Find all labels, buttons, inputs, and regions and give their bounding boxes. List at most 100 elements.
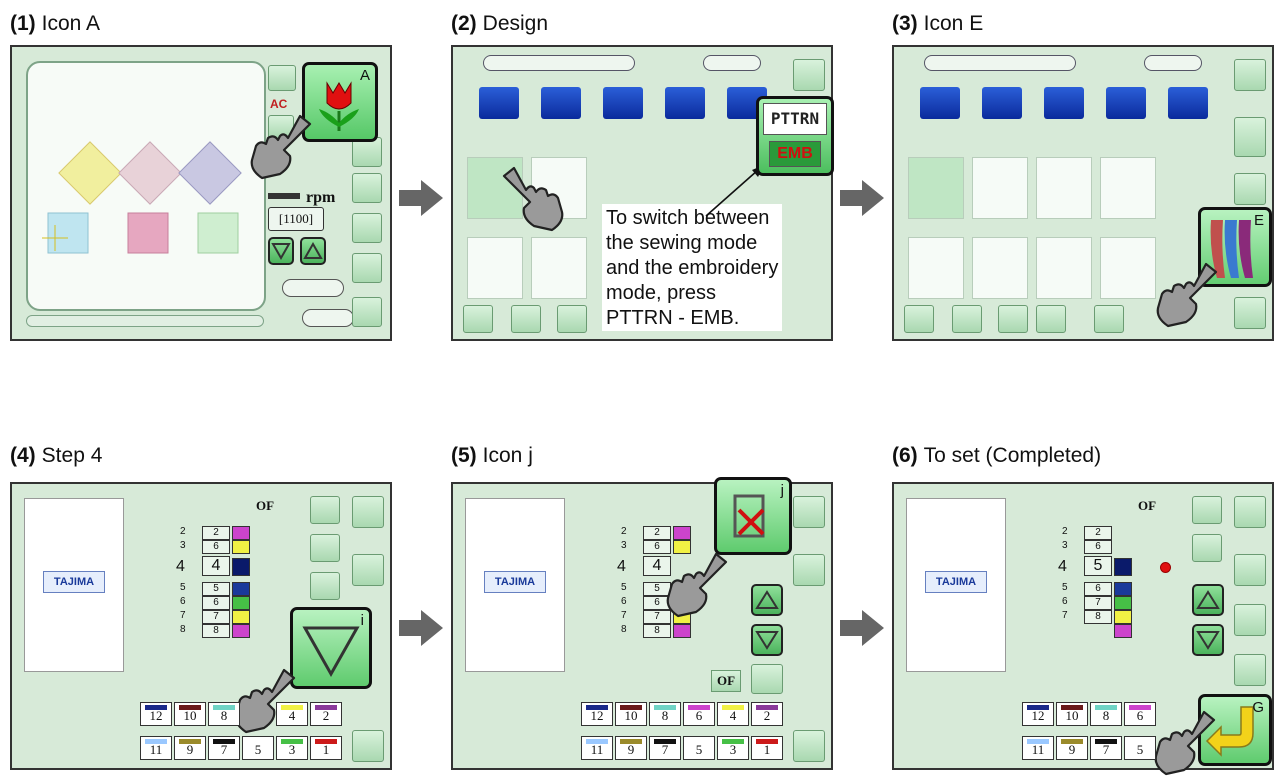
design-thumbnail[interactable] <box>467 237 523 299</box>
design-thumbnail[interactable] <box>1100 157 1156 219</box>
folder-icon[interactable] <box>920 87 960 119</box>
needle-tab[interactable]: 9 <box>1056 736 1088 760</box>
needle-tab[interactable]: 10 <box>615 702 647 726</box>
folder-icon[interactable] <box>1044 87 1084 119</box>
needle-tab[interactable]: 5 <box>242 736 274 760</box>
trim-field[interactable] <box>282 279 344 297</box>
color-bars-button[interactable] <box>352 554 384 586</box>
side-button[interactable] <box>1234 496 1266 528</box>
menu-button[interactable] <box>268 65 296 91</box>
needle-value[interactable]: 7 <box>1084 596 1112 610</box>
side-button[interactable] <box>793 496 825 528</box>
side-button[interactable] <box>352 253 382 283</box>
prev-page-button[interactable] <box>557 305 587 333</box>
folder-icon[interactable] <box>982 87 1022 119</box>
down-button[interactable] <box>751 624 783 656</box>
folder-icon[interactable] <box>479 87 519 119</box>
folder-icon[interactable] <box>1168 87 1208 119</box>
needle-value[interactable]: 6 <box>1084 540 1112 554</box>
color-bars-button[interactable] <box>793 554 825 586</box>
speed-down-button[interactable] <box>268 237 294 265</box>
color-bars-button[interactable] <box>1234 554 1266 586</box>
side-button[interactable] <box>1234 654 1266 686</box>
down-button[interactable] <box>1192 624 1224 656</box>
side-button[interactable] <box>352 213 382 243</box>
needle-value[interactable]: 8 <box>643 624 671 638</box>
needle-tab[interactable]: 6 <box>683 702 715 726</box>
folder-icon[interactable] <box>1106 87 1146 119</box>
needle-tab[interactable]: 4 <box>276 702 308 726</box>
side-button[interactable] <box>352 173 382 203</box>
side-button[interactable] <box>352 496 384 528</box>
needle-tab[interactable]: 7 <box>649 736 681 760</box>
up-button[interactable] <box>751 584 783 616</box>
needle-value[interactable]: 6 <box>1084 582 1112 596</box>
side-button[interactable] <box>1192 496 1222 524</box>
side-button[interactable] <box>751 664 783 694</box>
needle-tab[interactable]: 8 <box>1090 702 1122 726</box>
needle-tab[interactable]: 12 <box>1022 702 1054 726</box>
side-button[interactable] <box>1234 604 1266 636</box>
needle-value[interactable]: 7 <box>202 610 230 624</box>
needle-tab[interactable]: 12 <box>140 702 172 726</box>
speed-up-button[interactable] <box>300 237 326 265</box>
design-thumbnail[interactable] <box>1100 237 1156 299</box>
icon-j-button[interactable]: j <box>714 477 792 555</box>
needle-value-current[interactable]: 4 <box>202 556 230 576</box>
needle-tab[interactable]: 3 <box>276 736 308 760</box>
needle-tab[interactable]: 2 <box>310 702 342 726</box>
needle-tab[interactable]: 9 <box>615 736 647 760</box>
needle-value[interactable]: 8 <box>202 624 230 638</box>
up-button[interactable] <box>310 572 340 600</box>
pttrn-emb-button[interactable]: PTTRN EMB <box>756 96 834 176</box>
needle-value[interactable]: 2 <box>643 526 671 540</box>
needle-tab[interactable]: 10 <box>174 702 206 726</box>
design-thumbnail[interactable] <box>972 157 1028 219</box>
side-button[interactable] <box>310 534 340 562</box>
prev-page-button[interactable] <box>998 305 1028 333</box>
side-button[interactable] <box>1234 59 1266 91</box>
needle-tab[interactable]: 9 <box>174 736 206 760</box>
needle-value[interactable]: 6 <box>202 596 230 610</box>
design-thumbnail[interactable] <box>972 237 1028 299</box>
side-button[interactable] <box>1234 297 1266 329</box>
needle-value[interactable]: 2 <box>1084 526 1112 540</box>
needle-value-current[interactable]: 5 <box>1084 556 1112 576</box>
design-thumbnail[interactable] <box>908 157 964 219</box>
design-thumbnail[interactable] <box>908 237 964 299</box>
needle-value[interactable]: 5 <box>202 582 230 596</box>
up-button[interactable] <box>1192 584 1224 616</box>
needle-tab[interactable]: 4 <box>717 702 749 726</box>
needle-tab[interactable]: 7 <box>1090 736 1122 760</box>
needle-tab[interactable]: 11 <box>1022 736 1054 760</box>
icon-i-down-button[interactable]: i <box>290 607 372 689</box>
return-button[interactable] <box>793 730 825 762</box>
back-button[interactable] <box>904 305 934 333</box>
needle-tab[interactable]: 5 <box>683 736 715 760</box>
pttrn-button[interactable] <box>1234 117 1266 157</box>
design-thumbnail[interactable] <box>1036 237 1092 299</box>
save-button[interactable] <box>1094 305 1124 333</box>
needle-tab[interactable]: 5 <box>1124 736 1156 760</box>
needle-tab[interactable]: 6 <box>1124 702 1156 726</box>
side-button[interactable] <box>310 496 340 524</box>
side-button[interactable] <box>1192 534 1222 562</box>
design-thumbnail[interactable] <box>1036 157 1092 219</box>
folder-icon[interactable] <box>665 87 705 119</box>
of-button[interactable]: OF <box>711 670 741 692</box>
folder-icon[interactable] <box>603 87 643 119</box>
count-field[interactable] <box>302 309 354 327</box>
first-page-button[interactable] <box>511 305 541 333</box>
return-button[interactable] <box>352 730 384 762</box>
needle-tab[interactable]: 1 <box>751 736 783 760</box>
needle-tab[interactable]: 10 <box>1056 702 1088 726</box>
needle-tab[interactable]: 11 <box>581 736 613 760</box>
needle-tab[interactable]: 7 <box>208 736 240 760</box>
side-button[interactable] <box>352 297 382 327</box>
next-page-button[interactable] <box>1036 305 1066 333</box>
needle-tab[interactable]: 8 <box>208 702 240 726</box>
needle-tab[interactable]: 12 <box>581 702 613 726</box>
needle-tab[interactable]: 3 <box>717 736 749 760</box>
side-button[interactable] <box>1234 173 1266 205</box>
folder-icon[interactable] <box>541 87 581 119</box>
